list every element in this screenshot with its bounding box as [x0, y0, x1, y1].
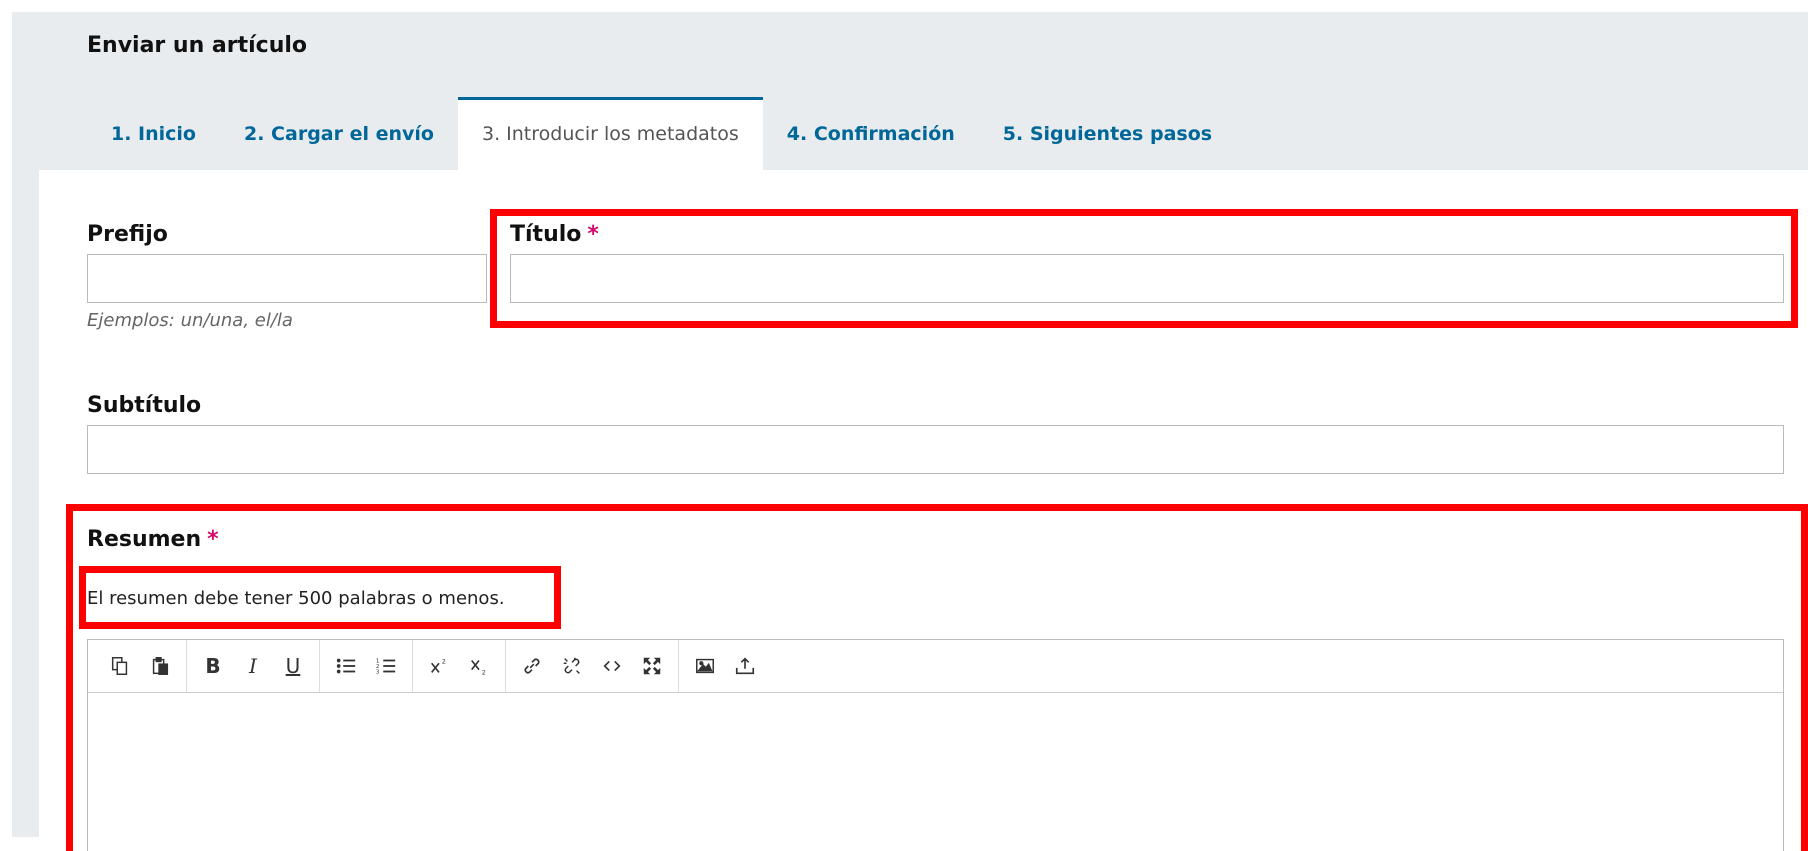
editor-toolbar: B I U 123 2 2 — [88, 640, 1783, 693]
subtitle-label: Subtítulo — [87, 393, 202, 418]
bold-icon[interactable]: B — [193, 646, 233, 686]
required-marker: * — [587, 222, 599, 247]
bullet-list-icon[interactable] — [326, 646, 366, 686]
svg-text:2: 2 — [442, 657, 446, 665]
numbered-list-icon[interactable]: 123 — [366, 646, 406, 686]
paste-icon[interactable] — [140, 646, 180, 686]
subscript-icon[interactable]: 2 — [459, 646, 499, 686]
prefix-label: Prefijo — [87, 222, 168, 247]
abstract-description: El resumen debe tener 500 palabras o men… — [87, 588, 505, 609]
title-label-text: Título — [510, 222, 582, 247]
wizard-tabs: 1. Inicio 2. Cargar el envío 3. Introduc… — [87, 97, 1236, 170]
copy-icon[interactable] — [100, 646, 140, 686]
link-icon[interactable] — [512, 646, 552, 686]
left-stripe — [12, 170, 39, 837]
tab-cargar-envio[interactable]: 2. Cargar el envío — [220, 97, 458, 170]
title-input[interactable] — [510, 254, 1784, 303]
abstract-editor-content[interactable] — [88, 693, 1783, 851]
tab-inicio[interactable]: 1. Inicio — [87, 97, 220, 170]
abstract-label-text: Resumen — [87, 527, 202, 552]
upload-icon[interactable] — [725, 646, 765, 686]
italic-icon[interactable]: I — [233, 646, 273, 686]
unlink-icon[interactable] — [552, 646, 592, 686]
tab-siguientes-pasos[interactable]: 5. Siguientes pasos — [979, 97, 1236, 170]
prefix-input[interactable] — [87, 254, 487, 303]
abstract-rich-text-editor: B I U 123 2 2 — [87, 639, 1784, 851]
underline-icon[interactable]: U — [273, 646, 313, 686]
prefix-hint: Ejemplos: un/una, el/la — [87, 310, 293, 331]
tab-introducir-metadatos[interactable]: 3. Introducir los metadatos — [457, 97, 763, 170]
image-icon[interactable] — [685, 646, 725, 686]
superscript-icon[interactable]: 2 — [419, 646, 459, 686]
subtitle-input[interactable] — [87, 425, 1784, 474]
svg-text:3: 3 — [376, 669, 380, 675]
abstract-label: Resumen * — [87, 527, 219, 552]
tab-confirmacion[interactable]: 4. Confirmación — [763, 97, 979, 170]
title-label: Título * — [510, 222, 599, 247]
fullscreen-icon[interactable] — [632, 646, 672, 686]
page-title: Enviar un artículo — [87, 33, 308, 58]
svg-text:2: 2 — [482, 668, 486, 676]
code-icon[interactable] — [592, 646, 632, 686]
required-marker: * — [207, 527, 219, 552]
